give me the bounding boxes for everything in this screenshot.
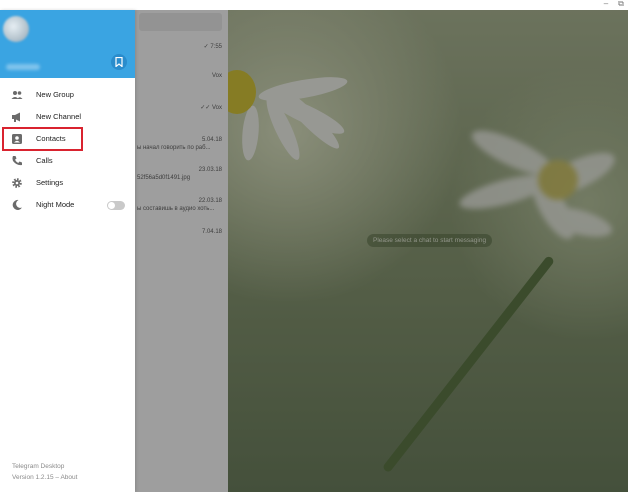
version-label: Version 1.2.15 [12, 474, 54, 481]
night-mode-toggle[interactable] [107, 201, 125, 210]
gear-icon [12, 178, 22, 188]
toggle-knob [108, 202, 115, 209]
menu-item-settings[interactable]: Settings [0, 172, 135, 194]
window-title-bar: ‒ ⧉ [0, 0, 628, 10]
menu-item-label: New Group [36, 90, 74, 99]
minimize-icon[interactable]: ‒ [600, 0, 612, 10]
avatar[interactable] [3, 16, 29, 42]
drawer-header [0, 10, 135, 78]
phone-icon [12, 156, 22, 166]
drawer-overlay[interactable] [135, 10, 628, 492]
menu-item-new-channel[interactable]: New Channel [0, 106, 135, 128]
menu-item-label: Settings [36, 178, 64, 187]
menu-item-night-mode[interactable]: Night Mode [0, 194, 135, 216]
main-menu-drawer: New Group New Channel Contacts Calls Set… [0, 10, 135, 492]
saved-messages-button[interactable] [111, 54, 127, 70]
menu-item-label: Night Mode [36, 200, 75, 209]
menu-item-label: New Channel [36, 112, 82, 121]
about-link[interactable]: About [60, 474, 77, 481]
moon-icon [12, 199, 22, 210]
group-icon [11, 91, 23, 99]
user-name-redacted [6, 64, 40, 70]
version-line: Version 1.2.15 – About [12, 474, 77, 481]
menu-item-calls[interactable]: Calls [0, 150, 135, 172]
app-name-label: Telegram Desktop [12, 463, 65, 470]
megaphone-icon [12, 112, 20, 122]
menu-item-new-group[interactable]: New Group [0, 84, 135, 106]
highlight-box-contacts [2, 127, 83, 151]
menu-item-label: Calls [36, 156, 53, 165]
maximize-icon[interactable]: ⧉ [615, 0, 627, 10]
bookmark-icon [115, 57, 123, 67]
